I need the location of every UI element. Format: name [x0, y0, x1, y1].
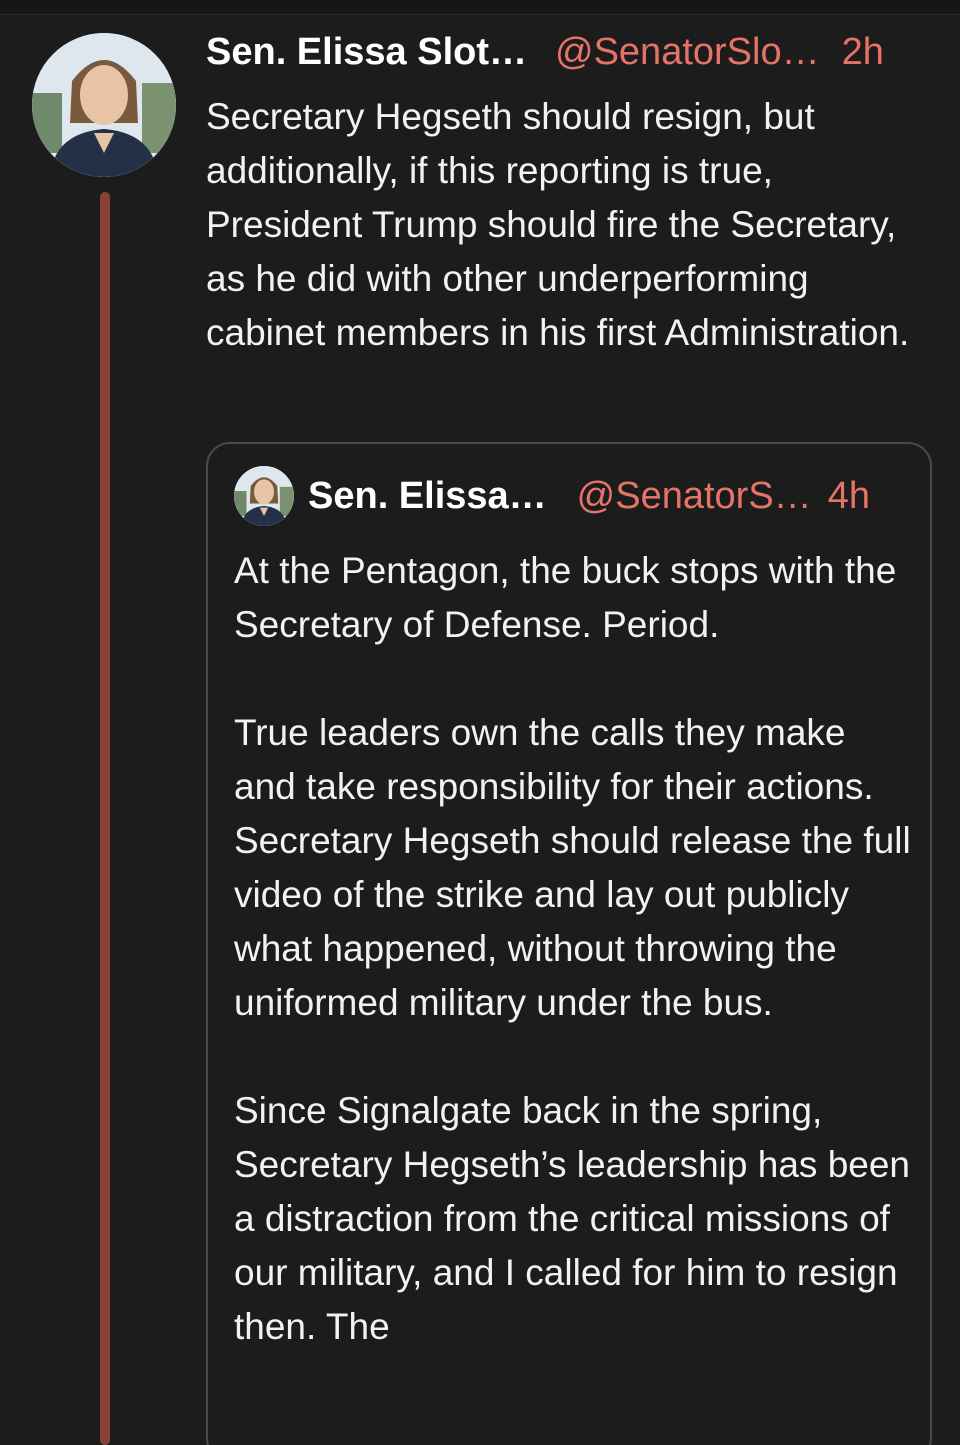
top-divider — [0, 0, 960, 15]
quoted-post-header: Sen. Elissa… @SenatorS… 4h — [308, 466, 908, 526]
thread-connector-line — [100, 192, 110, 1445]
post-header: Sen. Elissa Slot… @SenatorSlo… 2h — [206, 22, 934, 82]
quoted-author-name: Sen. Elissa… — [308, 474, 547, 517]
quoted-paragraph: Since Signalgate back in the spring, Sec… — [234, 1090, 911, 1347]
quoted-post-card[interactable]: Sen. Elissa… @SenatorS… 4h At the Pentag… — [206, 442, 932, 1445]
post-timestamp[interactable]: 2h — [842, 31, 884, 74]
author-handle[interactable]: @SenatorSlo… — [555, 31, 820, 74]
quoted-author-handle: @SenatorS… — [576, 474, 812, 517]
author-name[interactable]: Sen. Elissa Slot… — [206, 31, 527, 74]
quoted-paragraph: True leaders own the calls they make and… — [234, 712, 911, 1023]
quoted-post-text: At the Pentagon, the buck stops with the… — [234, 544, 914, 1408]
quoted-paragraph: At the Pentagon, the buck stops with the… — [234, 550, 897, 645]
author-avatar[interactable] — [32, 33, 176, 177]
quoted-author-avatar — [234, 466, 294, 526]
quoted-post-timestamp: 4h — [827, 474, 870, 517]
post-text: Secretary Hegseth should resign, but add… — [206, 96, 910, 353]
